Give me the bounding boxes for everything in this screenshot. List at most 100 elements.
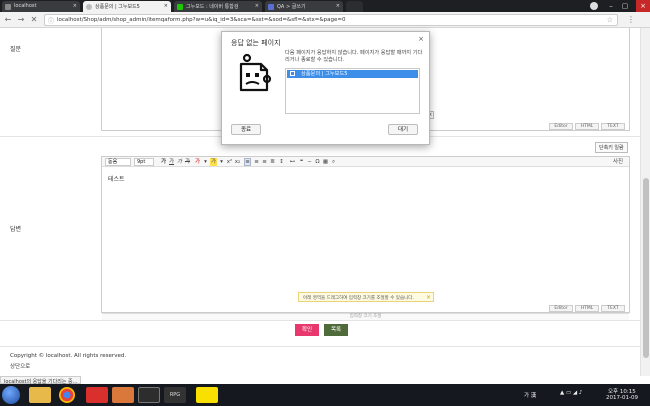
mode-html-button[interactable]: HTML [575, 123, 599, 130]
answer-mode-tabs: Editor HTML TEXT [549, 305, 629, 312]
loading-icon [86, 4, 92, 10]
close-icon[interactable]: × [73, 3, 77, 9]
tray-icons[interactable]: ▲ ▭ ◢ ♪ [560, 390, 582, 396]
sad-page-icon [239, 53, 272, 92]
minimize-icon[interactable]: – [604, 0, 618, 12]
close-icon[interactable]: × [418, 35, 424, 43]
confirm-button[interactable]: 확인 [295, 324, 319, 336]
ime-indicator[interactable]: 가 漢 [524, 391, 536, 399]
align-left-icon[interactable]: ≡ [244, 158, 251, 166]
photo-button[interactable]: 사진 [608, 158, 628, 166]
tab-qa-write[interactable]: QA > 글쓰기 × [265, 1, 343, 12]
close-icon[interactable]: × [164, 3, 168, 9]
app-red-icon[interactable] [86, 387, 108, 403]
address-toolbar: ← → ✕ ⓘ localhost/Shop/adm/shop_admin/it… [0, 12, 650, 28]
align-right-icon[interactable]: ≡ [261, 158, 268, 166]
menu-icon[interactable]: ⋮ [626, 15, 636, 25]
app-orange-icon[interactable] [112, 387, 134, 403]
divider [0, 320, 640, 321]
align-center-icon[interactable]: ≡ [253, 158, 260, 166]
app-circle-icon[interactable] [138, 387, 160, 403]
list-button[interactable]: 목록 [324, 324, 348, 336]
start-button[interactable] [2, 386, 20, 404]
editor-body-text[interactable]: 테스트 [108, 174, 125, 183]
font-select[interactable]: 돋움 [105, 158, 131, 166]
chrome-icon[interactable] [59, 387, 75, 403]
back-icon[interactable]: ← [3, 15, 13, 25]
page-icon [5, 4, 11, 10]
mode-html-button[interactable]: HTML [575, 305, 599, 312]
clock-time[interactable]: 오후 10:15 [608, 387, 636, 395]
maximize-icon[interactable]: ▢ [618, 0, 632, 12]
qa-icon [268, 4, 274, 10]
subscript-icon[interactable]: x₂ [234, 158, 241, 166]
superscript-icon[interactable]: x² [226, 158, 233, 166]
vertical-scrollbar[interactable] [640, 28, 650, 376]
mode-text-button[interactable]: TEXT [601, 123, 625, 130]
mode-text-button[interactable]: TEXT [601, 305, 625, 312]
info-icon[interactable]: ⓘ [48, 16, 54, 25]
quote-icon[interactable]: ❝ [298, 158, 305, 166]
answer-label: 답변 [10, 226, 22, 233]
notice-text: 아래 영역을 드래그하여 입력창 크기를 조절할 수 있습니다. [303, 296, 414, 301]
special-char-icon[interactable]: Ω [314, 158, 321, 166]
close-icon[interactable]: × [255, 3, 259, 9]
underline-icon[interactable]: 가 [168, 158, 175, 166]
stop-icon[interactable]: ✕ [29, 15, 39, 25]
resize-handle[interactable]: 입력창 크기 조절 [102, 313, 629, 320]
table-icon[interactable]: ▦ [322, 158, 329, 166]
justify-icon[interactable]: ≣ [269, 158, 276, 166]
dialog-title: 응답 없는 페이지 [231, 39, 281, 47]
clock-date[interactable]: 2017-01-09 [606, 395, 638, 401]
chevron-down-icon[interactable]: ▾ [202, 158, 209, 166]
page-icon [290, 71, 295, 76]
divider [0, 346, 640, 347]
link-icon[interactable]: ⊷ [289, 158, 296, 166]
scrollbar-thumb[interactable] [643, 178, 649, 358]
bookmark-star-icon[interactable]: ☆ [607, 16, 613, 24]
find-icon[interactable]: ⌕ [330, 158, 337, 166]
list-item[interactable]: 상품문의 | 그누보드5 [287, 70, 418, 78]
font-color-icon[interactable]: 가 [194, 158, 201, 166]
tab-localhost[interactable]: localhost × [2, 1, 80, 12]
kakaotalk-icon[interactable] [196, 387, 218, 403]
shortcut-list-button[interactable]: 단축키 일람 [595, 142, 628, 153]
mode-editor-button[interactable]: Editor [549, 305, 573, 312]
line-height-icon[interactable]: ↕ [278, 158, 285, 166]
bold-icon[interactable]: 가 [160, 158, 167, 166]
forward-icon[interactable]: → [16, 15, 26, 25]
size-select[interactable]: 9pt [134, 158, 154, 166]
question-mode-tabs: Editor HTML TEXT [549, 123, 629, 130]
tab-product-inquiry[interactable]: 상품문의 | 그누보드5 × [83, 1, 171, 12]
tab-title: QA > 글쓰기 [277, 4, 306, 10]
strike-icon[interactable]: 가 [184, 158, 191, 166]
window-close-icon[interactable]: × [636, 0, 650, 12]
close-icon[interactable]: × [426, 294, 431, 301]
back-to-top-link[interactable]: 상단으로 [10, 362, 30, 370]
tab-naver-search[interactable]: 그누보드 : 네이버 통합검 × [174, 1, 262, 12]
hr-icon[interactable]: ─ [306, 158, 313, 166]
browser-tab-strip: localhost × 상품문의 | 그누보드5 × 그누보드 : 네이버 통합… [0, 0, 650, 12]
mode-editor-button[interactable]: Editor [549, 123, 573, 130]
copyright-text: Copyright © localhost. All rights reserv… [10, 353, 127, 359]
tab-title: localhost [14, 3, 37, 9]
kill-pages-button[interactable]: 종료 [231, 124, 261, 135]
address-bar[interactable]: ⓘ localhost/Shop/adm/shop_admin/itemqafo… [44, 14, 618, 26]
dialog-message: 다음 페이지가 응답하지 않습니다. 페이지가 응답할 때까지 기다리거나 종료… [285, 50, 423, 64]
wait-button[interactable]: 대기 [388, 124, 418, 135]
chevron-down-icon[interactable]: ▾ [218, 158, 225, 166]
italic-icon[interactable]: 가 [176, 158, 183, 166]
new-tab-button[interactable] [346, 1, 363, 12]
unresponsive-page-list[interactable]: 상품문의 | 그누보드5 [285, 68, 420, 114]
profile-icon[interactable] [590, 2, 598, 10]
question-label: 질문 [10, 46, 22, 53]
explorer-icon[interactable] [29, 387, 51, 403]
highlight-icon[interactable]: 가 [210, 158, 217, 166]
tab-title: 그누보드 : 네이버 통합검 [186, 4, 239, 10]
close-icon[interactable]: × [336, 3, 340, 9]
unresponsive-page-dialog: 응답 없는 페이지 × 다음 페이지가 응답하지 않습니다. 페이지가 응답할 … [221, 31, 430, 145]
resize-notice: 아래 영역을 드래그하여 입력창 크기를 조절할 수 있습니다. × [298, 292, 434, 302]
rpg-icon[interactable]: RPG [164, 387, 186, 403]
answer-editor[interactable]: 돋움 9pt 가 가 가 가 가 ▾ 가 ▾ x² x₂ ≡ ≡ ≡ ≣ ↕ ⊷… [101, 156, 630, 320]
windows-taskbar: RPG 가 漢 ▲ ▭ ◢ ♪ 오후 10:15 2017-01-09 [0, 384, 650, 406]
